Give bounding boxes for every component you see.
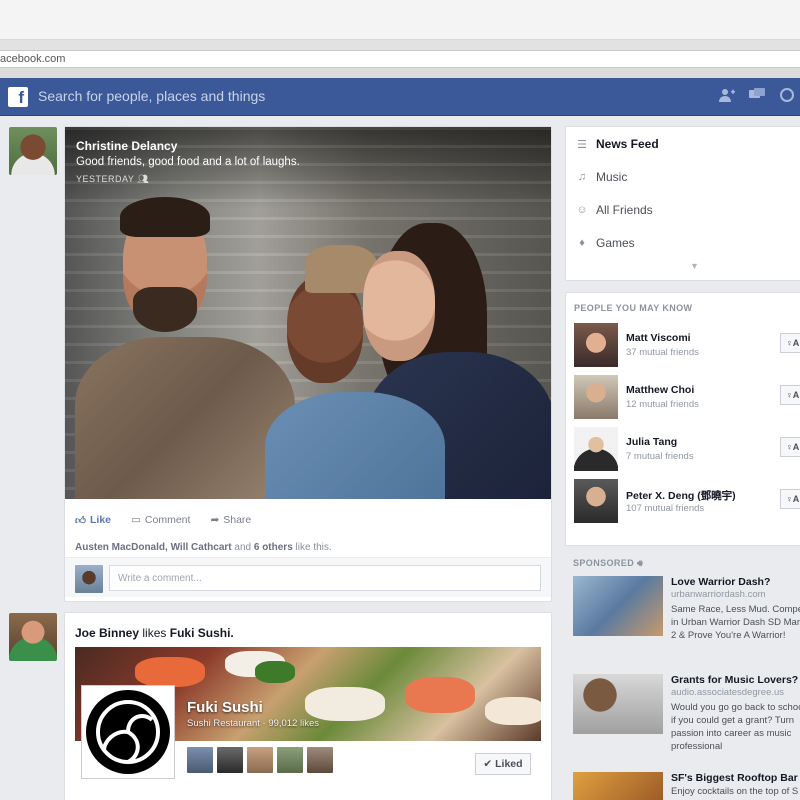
ad-description: Enjoy cocktails on the top of S bbox=[671, 786, 799, 797]
person-name[interactable]: Matthew Choi bbox=[626, 384, 694, 396]
ad-url: urbanwarriordash.com bbox=[671, 589, 766, 600]
share-button[interactable]: ➦ Share bbox=[210, 514, 251, 526]
mutual-friends[interactable]: 107 mutual friends bbox=[626, 503, 704, 514]
person-photo[interactable] bbox=[574, 323, 618, 367]
pymk-heading: PEOPLE YOU MAY KNOW bbox=[574, 303, 693, 313]
fan-avatar[interactable] bbox=[277, 747, 303, 773]
page-fans bbox=[187, 747, 333, 773]
ad-info-icon[interactable]: 🔊︎ bbox=[637, 558, 643, 568]
like-button[interactable]: 👍︎ Like bbox=[75, 514, 111, 527]
story-timestamp[interactable]: YESTERDAY 👥︎ bbox=[76, 174, 149, 185]
nav-music[interactable]: ♫ Music bbox=[576, 170, 627, 184]
fan-avatar[interactable] bbox=[247, 747, 273, 773]
person-photo[interactable] bbox=[574, 427, 618, 471]
thumbs-up-icon: 👍︎ bbox=[75, 514, 86, 527]
add-friend-icon: ♀︎ bbox=[786, 494, 793, 504]
fan-avatar[interactable] bbox=[307, 747, 333, 773]
mutual-friends[interactable]: 7 mutual friends bbox=[626, 451, 694, 462]
actor-link[interactable]: Joe Binney bbox=[75, 626, 139, 640]
sponsored-ads: SPONSORED 🔊︎ Love Warrior Dash? urbanwar… bbox=[565, 550, 800, 800]
story-headline: Joe Binney likes Fuki Sushi. bbox=[75, 626, 234, 640]
browser-tabstrip bbox=[0, 40, 800, 50]
ad-title[interactable]: SF's Biggest Rooftop Bar bbox=[671, 772, 798, 784]
friend-requests-icon[interactable] bbox=[718, 88, 736, 104]
share-icon: ➦ bbox=[210, 514, 220, 526]
add-friend-button[interactable]: ♀︎A bbox=[780, 333, 800, 353]
likers-others[interactable]: 6 others bbox=[254, 542, 293, 553]
notifications-icon[interactable] bbox=[778, 88, 796, 104]
fan-avatar[interactable] bbox=[217, 747, 243, 773]
add-friend-icon: ♀︎ bbox=[786, 390, 793, 400]
fan-avatar[interactable] bbox=[187, 747, 213, 773]
mutual-friends[interactable]: 12 mutual friends bbox=[626, 399, 699, 410]
ad-url: audio.associatesdegree.us bbox=[671, 687, 785, 698]
sponsored-heading: SPONSORED 🔊︎ bbox=[573, 558, 644, 568]
messages-icon[interactable] bbox=[748, 88, 766, 104]
viewer-avatar bbox=[75, 565, 103, 593]
story-actions: 👍︎ Like ▭ Comment ➦ Share bbox=[65, 507, 551, 533]
joe-avatar[interactable] bbox=[9, 613, 57, 661]
ad-description: Would you go go back to school if you co… bbox=[671, 702, 800, 752]
ad-title[interactable]: Grants for Music Lovers? bbox=[671, 674, 798, 686]
nav-news-feed[interactable]: ☰ News Feed bbox=[576, 137, 659, 151]
audience-icon: 👥︎ bbox=[137, 174, 150, 184]
ad-description: Same Race, Less Mud. Compete in Urban Wa… bbox=[671, 604, 800, 641]
facebook-logo-icon[interactable]: f bbox=[8, 87, 28, 107]
browser-toolbar bbox=[0, 0, 800, 40]
pymk-item: Peter X. Deng (鄧曉宇) 107 mutual friends ♀… bbox=[574, 479, 800, 527]
facebook-header: f Search for people, places and things bbox=[0, 78, 800, 116]
music-icon: ♫ bbox=[577, 171, 587, 183]
story-caption: Good friends, good food and a lot of lau… bbox=[76, 156, 300, 168]
games-icon: ♦ bbox=[579, 237, 585, 249]
tomoe-logo-icon bbox=[86, 690, 170, 774]
comment-button[interactable]: ▭ Comment bbox=[131, 514, 190, 526]
url-text: acebook.com bbox=[0, 53, 66, 65]
add-friend-icon: ♀︎ bbox=[786, 442, 793, 452]
news-feed-story: Christine Delancy Good friends, good foo… bbox=[64, 126, 552, 602]
add-friend-icon: ♀︎ bbox=[786, 338, 793, 348]
comment-icon: ▭ bbox=[131, 514, 141, 526]
person-photo[interactable] bbox=[574, 479, 618, 523]
page-meta: Sushi Restaurant · 99,012 likes bbox=[187, 718, 320, 729]
christine-avatar[interactable] bbox=[9, 127, 57, 175]
pymk-item: Matthew Choi 12 mutual friends ♀︎A bbox=[574, 375, 800, 423]
person-photo[interactable] bbox=[574, 375, 618, 419]
add-friend-button[interactable]: ♀︎A bbox=[780, 385, 800, 405]
likers-names[interactable]: Austen MacDonald, Will Cathcart bbox=[75, 542, 232, 553]
mutual-friends[interactable]: 37 mutual friends bbox=[626, 347, 699, 358]
add-friend-button[interactable]: ♀︎A bbox=[780, 437, 800, 457]
more-chevron-icon[interactable]: ▼ bbox=[690, 261, 699, 271]
add-friend-button[interactable]: ♀︎A bbox=[780, 489, 800, 509]
nav-games[interactable]: ♦ Games bbox=[576, 236, 635, 250]
browser-divider bbox=[0, 68, 800, 78]
ad-image[interactable] bbox=[573, 576, 663, 636]
ad-image[interactable] bbox=[573, 674, 663, 734]
nav-all-friends[interactable]: ☺ All Friends bbox=[576, 203, 652, 217]
liked-button[interactable]: ✔ Liked bbox=[475, 753, 531, 775]
ad-title[interactable]: Love Warrior Dash? bbox=[671, 576, 770, 588]
person-name[interactable]: Matt Viscomi bbox=[626, 332, 691, 344]
person-name[interactable]: Julia Tang bbox=[626, 436, 677, 448]
story-photo[interactable]: Christine Delancy Good friends, good foo… bbox=[65, 127, 551, 499]
people-you-may-know: PEOPLE YOU MAY KNOW Matt Viscomi 37 mutu… bbox=[565, 292, 800, 546]
comment-box: Write a comment... bbox=[65, 557, 551, 597]
page-link[interactable]: Fuki Sushi. bbox=[170, 626, 234, 640]
page-like-story: Joe Binney likes Fuki Sushi. Fuki Sushi … bbox=[64, 612, 552, 800]
friends-icon: ☺ bbox=[576, 204, 588, 216]
feed-navigation: ☰ News Feed ♫ Music ☺ All Friends ♦ Games ▼ bbox=[565, 126, 800, 281]
page-logo[interactable] bbox=[81, 685, 175, 779]
page-name[interactable]: Fuki Sushi bbox=[187, 699, 263, 716]
pymk-item: Matt Viscomi 37 mutual friends ♀︎A bbox=[574, 323, 800, 371]
likes-summary: Austen MacDonald, Will Cathcart and 6 ot… bbox=[75, 542, 332, 553]
pymk-item: Julia Tang 7 mutual friends ♀︎A bbox=[574, 427, 800, 475]
address-bar[interactable]: acebook.com bbox=[0, 50, 800, 68]
search-input[interactable]: Search for people, places and things bbox=[38, 88, 265, 104]
story-author[interactable]: Christine Delancy bbox=[76, 139, 177, 153]
person-name[interactable]: Peter X. Deng (鄧曉宇) bbox=[626, 488, 736, 503]
comment-input[interactable]: Write a comment... bbox=[109, 565, 541, 591]
news-feed-icon: ☰ bbox=[577, 138, 587, 151]
ad-image[interactable] bbox=[573, 772, 663, 800]
